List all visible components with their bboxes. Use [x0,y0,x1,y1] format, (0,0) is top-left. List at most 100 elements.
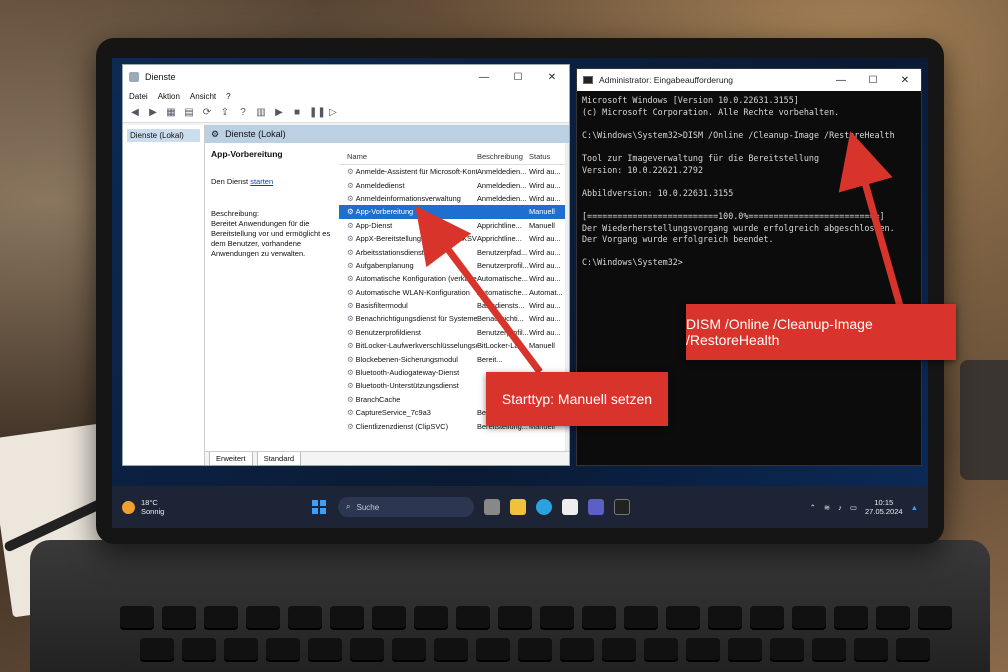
gear-icon: ⚙ [211,128,220,139]
cmd-line [582,118,916,130]
volume-icon[interactable]: ♪ [838,503,842,512]
start-service-link[interactable]: starten [250,177,273,186]
service-status: Wird au... [529,247,561,257]
notification-bell-icon[interactable]: ▲ [911,503,918,512]
stop-icon[interactable]: ■ [291,107,303,119]
wifi-icon[interactable]: ≋ [824,503,830,512]
play-icon[interactable]: ▶ [273,107,285,119]
refresh-icon[interactable]: ⟳ [201,107,213,119]
cmd-output[interactable]: Microsoft Windows [Version 10.0.22631.31… [577,91,921,273]
cmd-line: Der Wiederherstellungsvorgang wurde erfo… [582,222,895,233]
service-name: BranchCache [339,395,477,404]
services-app-icon [129,72,139,82]
laptop-keyboard [30,540,990,672]
cmd-line: Der Vorgang wurde erfolgreich beendet. [582,234,774,245]
toolbar: ◀ ▶ ▦ ▤ ⟳ ⇪ ? ▥ ▶ ■ ❚❚ ▷ [123,103,569,123]
service-name: Automatische Konfiguration (verkabelt) [339,274,477,283]
service-description: BitLocker-La... [477,341,525,351]
terminal-icon [583,76,593,84]
edge-browser-icon[interactable] [536,499,552,515]
column-description[interactable]: Beschreibung [477,152,529,161]
minimize-icon[interactable]: — [825,75,857,86]
menu-ansicht[interactable]: Ansicht [190,92,216,101]
file-explorer-icon[interactable] [510,499,526,515]
pane-header-title: Dienste (Lokal) [225,129,286,139]
service-description: Benutzerpfad... [477,247,528,257]
service-name: Benutzerprofildienst [339,328,477,337]
table-row[interactable]: BasisfiltermodulBasisdiensts... Wird au..… [339,299,569,312]
service-status: Manuell [529,207,555,217]
table-row[interactable]: Benachrichtigungsdienst für Systemereign… [339,312,569,325]
pane-header: ⚙ Dienste (Lokal) [205,125,569,143]
table-row[interactable]: AnmeldeinformationsverwaltungAnmeldedien… [339,192,569,205]
weather-widget[interactable]: 18°C Sonnig [112,498,312,516]
view-icon[interactable]: ▥ [255,107,267,119]
restart-icon[interactable]: ▷ [327,107,339,119]
service-detail-title: App-Vorbereitung [211,149,283,159]
table-row[interactable]: Automatische WLAN-KonfigurationAutomatis… [339,286,569,299]
tab-standard[interactable]: Standard [256,452,302,465]
system-tray: ⌃ ≋ ♪ ▭ 10:15 27.05.2024 ▲ [810,498,928,516]
menu-help[interactable]: ? [226,92,230,101]
teams-icon[interactable] [588,499,604,515]
tab-erweitert[interactable]: Erweitert [209,452,253,465]
cmd-titlebar[interactable]: Administrator: Eingabeaufforderung — ☐ ✕ [577,69,921,91]
column-name[interactable]: Name [339,152,477,161]
export-icon[interactable]: ⇪ [219,107,231,119]
console-tree-icon[interactable]: ▦ [165,107,177,119]
service-status: Wird au... [529,314,561,324]
table-row[interactable]: BitLocker-Laufwerkverschlüsselungsdienst… [339,339,569,352]
table-row[interactable]: Automatische Konfiguration (verkabelt)Au… [339,272,569,285]
maximize-icon[interactable]: ☐ [501,72,535,83]
windows-start-icon[interactable] [312,500,326,514]
sun-icon [122,500,135,514]
cmd-line [582,246,916,258]
service-status: Wird au... [529,274,561,284]
laptop-screen: Dienste — ☐ ✕ Datei Aktion Ansicht ? ◀ ▶… [112,58,928,528]
table-row[interactable]: AppX-Bereitstellungsdienst (AppXSVC)Appr… [339,232,569,245]
table-row[interactable]: ArbeitsstationsdienstBenutzerpfad...Wird… [339,245,569,258]
battery-icon[interactable]: ▭ [850,503,857,512]
back-icon[interactable]: ◀ [129,107,141,119]
menu-aktion[interactable]: Aktion [158,92,180,101]
service-status: Wird au... [529,234,561,244]
close-icon[interactable]: ✕ [889,75,921,86]
table-row[interactable]: AnmeldedienstAnmeldedien...Wird au... [339,178,569,191]
service-name: Arbeitsstationsdienst [339,248,477,257]
taskbar-search[interactable]: ⌕ Suche [338,497,474,517]
cmd-line: Microsoft Windows [Version 10.0.22631.31… [582,95,799,105]
column-status[interactable]: Status [529,152,569,161]
table-row[interactable]: Anmelde-Assistent für Microsoft-KontoAnm… [339,165,569,178]
callout-dism: DISM /Online /Cleanup-Image /RestoreHeal… [686,304,956,360]
cmd-line: C:\Windows\System32>DISM /Online /Cleanu… [582,129,895,140]
tree-item-services-local[interactable]: Dienste (Lokal) [127,129,200,142]
description-label: Beschreibung: [211,209,259,218]
table-row[interactable]: Blockebenen-SicherungsmodulBereit... [339,352,569,365]
help-icon[interactable]: ? [237,107,249,119]
forward-icon[interactable]: ▶ [147,107,159,119]
clock[interactable]: 10:15 27.05.2024 [865,498,903,516]
properties-icon[interactable]: ▤ [183,107,195,119]
maximize-icon[interactable]: ☐ [857,75,889,86]
store-icon[interactable] [562,499,578,515]
services-title: Dienste [145,72,176,82]
pause-icon[interactable]: ❚❚ [309,107,326,119]
services-titlebar[interactable]: Dienste — ☐ ✕ [123,65,569,89]
menu-datei[interactable]: Datei [129,92,148,101]
cmd-line [582,141,916,153]
clock-date: 27.05.2024 [865,507,903,516]
service-start-line: Den Dienst starten [211,177,333,187]
weather-temperature: 18°C [141,498,158,507]
service-status: Wird au... [529,167,561,177]
weather-condition: Sonnig [141,507,165,516]
table-row[interactable]: App-DienstApprichtline... Manuell [339,219,569,232]
task-view-icon[interactable] [484,499,500,515]
table-row[interactable]: BenutzerprofildienstBenutzerprofil...Wir… [339,326,569,339]
terminal-taskbar-icon[interactable] [614,499,630,515]
table-row[interactable]: AufgabenplanungBenutzerprofil...Wird au.… [339,259,569,272]
close-icon[interactable]: ✕ [535,72,569,83]
table-row[interactable]: App-Vorbereitung Manuell [339,205,569,219]
chevron-up-icon[interactable]: ⌃ [810,503,816,512]
minimize-icon[interactable]: — [467,72,501,83]
callout-starttyp: Starttyp: Manuell setzen [486,372,668,426]
